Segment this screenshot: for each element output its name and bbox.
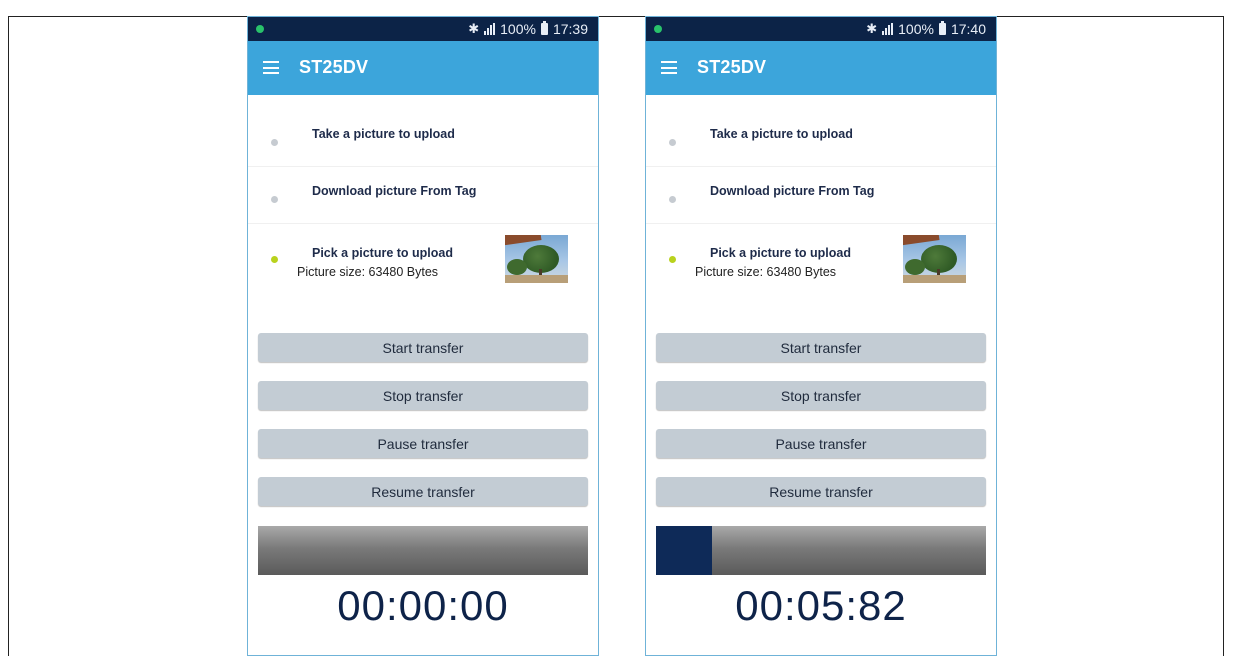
pause-transfer-button[interactable]: Pause transfer xyxy=(656,429,986,458)
resume-transfer-button[interactable]: Resume transfer xyxy=(656,477,986,506)
notification-dot-icon xyxy=(654,25,662,33)
battery-icon xyxy=(540,21,548,35)
app-bar: ST25DV xyxy=(646,41,996,95)
figure-frame xyxy=(8,16,1224,656)
radio-bullet xyxy=(271,196,278,203)
option-pick-picture[interactable]: Pick a picture to upload Picture size: 6… xyxy=(248,223,598,301)
option-pick-picture[interactable]: Pick a picture to upload Picture size: 6… xyxy=(646,223,996,301)
status-time: 17:39 xyxy=(552,21,588,37)
option-take-picture[interactable]: Take a picture to upload xyxy=(248,109,598,167)
app-title: ST25DV xyxy=(697,57,767,77)
option-download-picture[interactable]: Download picture From Tag xyxy=(646,166,996,224)
battery-percent: 100% xyxy=(898,21,934,37)
status-time: 17:40 xyxy=(950,21,986,37)
start-transfer-button[interactable]: Start transfer xyxy=(656,333,986,362)
transfer-progress-bar xyxy=(656,526,986,575)
menu-icon[interactable] xyxy=(661,61,677,74)
radio-bullet xyxy=(669,139,676,146)
pause-transfer-button[interactable]: Pause transfer xyxy=(258,429,588,458)
option-take-picture[interactable]: Take a picture to upload xyxy=(646,109,996,167)
option-label: Pick a picture to upload xyxy=(312,246,453,260)
radio-bullet-selected xyxy=(271,256,278,263)
start-transfer-button[interactable]: Start transfer xyxy=(258,333,588,362)
radio-bullet-selected xyxy=(669,256,676,263)
picture-thumbnail[interactable] xyxy=(903,235,966,283)
option-label: Download picture From Tag xyxy=(312,184,477,198)
transfer-timer: 00:05:82 xyxy=(735,582,907,629)
phone-screen-left: ✱ 100% 17:39 ST25DV Take a picture to up… xyxy=(247,16,599,656)
option-download-picture[interactable]: Download picture From Tag xyxy=(248,166,598,224)
radio-bullet xyxy=(271,139,278,146)
stop-transfer-button[interactable]: Stop transfer xyxy=(258,381,588,410)
battery-icon xyxy=(938,21,946,35)
transfer-progress-bar xyxy=(258,526,588,575)
signal-icon xyxy=(882,23,894,35)
option-label: Pick a picture to upload xyxy=(710,246,851,260)
battery-percent: 100% xyxy=(500,21,536,37)
bluetooth-icon: ✱ xyxy=(468,21,480,36)
status-bar: ✱ 100% 17:39 xyxy=(248,17,598,41)
phone-screen-right: ✱ 100% 17:40 ST25DV Take a picture to up… xyxy=(645,16,997,656)
picture-size-text: Picture size: 63480 Bytes xyxy=(695,265,837,279)
option-label: Download picture From Tag xyxy=(710,184,875,198)
signal-icon xyxy=(484,23,496,35)
app-title: ST25DV xyxy=(299,57,369,77)
notification-dot-icon xyxy=(256,25,264,33)
stop-transfer-button[interactable]: Stop transfer xyxy=(656,381,986,410)
option-label: Take a picture to upload xyxy=(312,127,455,141)
option-label: Take a picture to upload xyxy=(710,127,853,141)
resume-transfer-button[interactable]: Resume transfer xyxy=(258,477,588,506)
bluetooth-icon: ✱ xyxy=(866,21,878,36)
menu-icon[interactable] xyxy=(263,61,279,74)
transfer-timer: 00:00:00 xyxy=(337,582,509,629)
progress-fill xyxy=(656,526,713,575)
status-bar: ✱ 100% 17:40 xyxy=(646,17,996,41)
picture-thumbnail[interactable] xyxy=(505,235,568,283)
picture-size-text: Picture size: 63480 Bytes xyxy=(297,265,439,279)
radio-bullet xyxy=(669,196,676,203)
app-bar: ST25DV xyxy=(248,41,598,95)
